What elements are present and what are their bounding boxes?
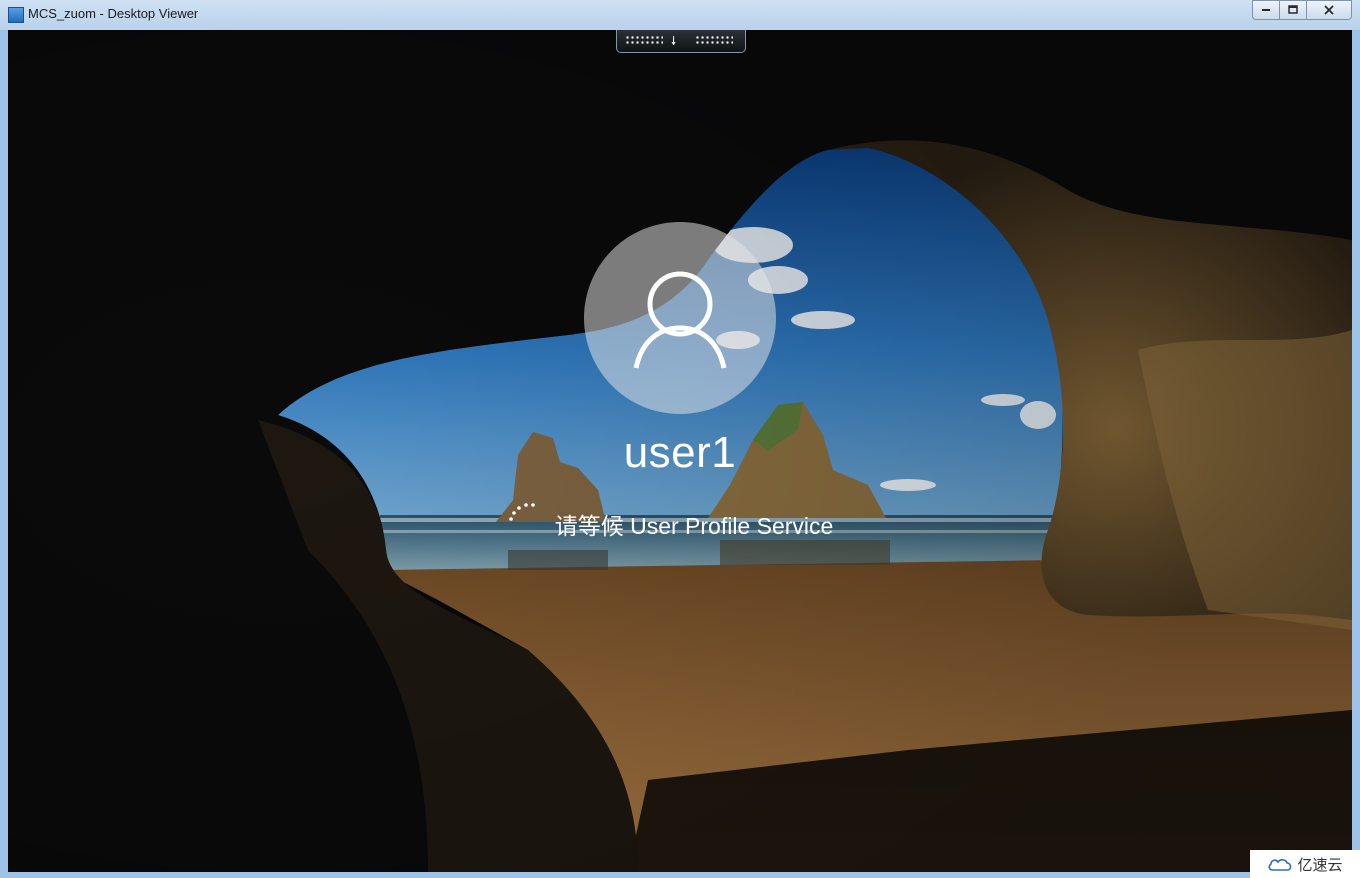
restore-icon	[1288, 5, 1298, 14]
minimize-button[interactable]	[1252, 0, 1280, 20]
user-name: user1	[623, 428, 737, 477]
close-button[interactable]	[1306, 0, 1352, 20]
user-avatar-icon	[633, 271, 727, 369]
watermark: 亿速云	[1250, 850, 1360, 878]
status-text: 请等候 User Profile Service	[554, 513, 834, 539]
desktop-viewer-icon	[8, 7, 24, 23]
watermark-text: 亿速云	[1297, 855, 1343, 874]
down-arrow-icon[interactable]: 🠗	[671, 32, 676, 53]
connection-bar[interactable]: 🠗	[616, 30, 746, 53]
connection-bar-handle-right[interactable]	[695, 35, 733, 45]
connection-bar-handle-left[interactable]	[625, 35, 663, 45]
cloud-logo-icon	[1268, 859, 1292, 871]
window-controls	[1252, 0, 1352, 20]
window-title: MCS_zuom - Desktop Viewer	[28, 6, 199, 21]
close-icon	[1324, 5, 1334, 15]
user-avatar	[584, 222, 776, 414]
restore-button[interactable]	[1279, 0, 1307, 20]
window-titlebar[interactable]: MCS_zuom - Desktop Viewer	[0, 0, 1360, 30]
minimize-icon	[1262, 9, 1270, 11]
remote-desktop-view[interactable]: 🠗 user1 请等候 User Profile Service	[8, 30, 1352, 872]
